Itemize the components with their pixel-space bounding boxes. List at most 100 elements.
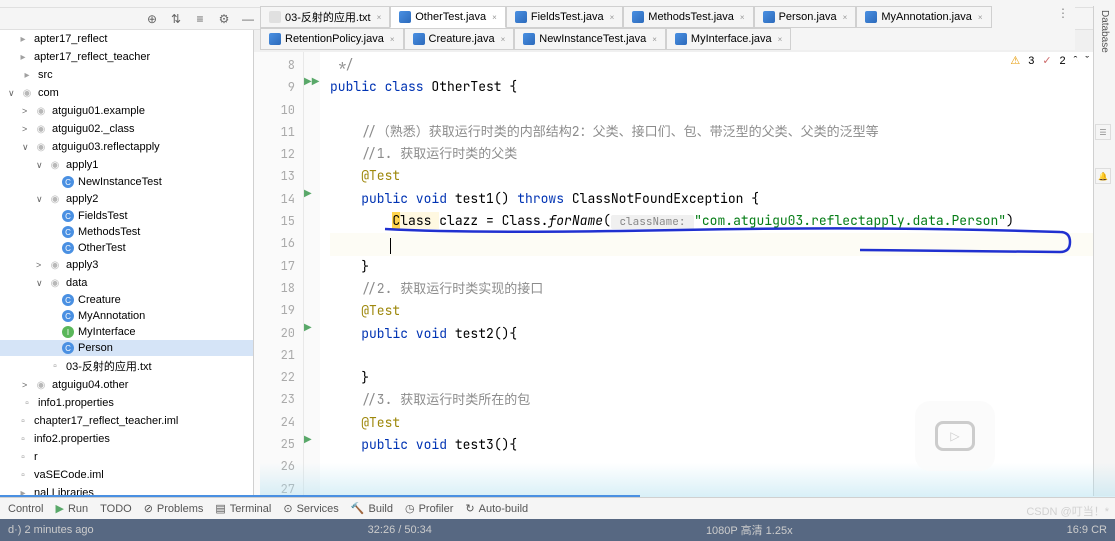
tree-item[interactable]: CMyAnnotation xyxy=(0,308,253,324)
chevron-icon[interactable]: ˆ xyxy=(1074,55,1078,67)
hide-icon[interactable]: — xyxy=(240,11,256,27)
line-number: 13 xyxy=(254,165,295,187)
tree-item[interactable]: ▫r xyxy=(0,448,253,466)
close-icon[interactable]: × xyxy=(377,13,382,22)
tree-arrow[interactable]: > xyxy=(22,380,32,390)
close-icon[interactable]: × xyxy=(390,35,395,44)
tool-services[interactable]: ⊙Services xyxy=(283,502,338,515)
tree-item[interactable]: >◉atguigu02._class xyxy=(0,120,253,138)
tab-person[interactable]: Person.java× xyxy=(754,6,857,28)
close-icon[interactable]: × xyxy=(501,35,506,44)
run-icon[interactable]: ▶ xyxy=(304,434,312,445)
code-content[interactable]: */ public class OtherTest { //（熟悉）获取运行时类… xyxy=(320,52,1115,499)
tree-item[interactable]: ▫vaSECode.iml xyxy=(0,466,253,484)
tree-item[interactable]: ▫info2.properties xyxy=(0,430,253,448)
tree-item[interactable]: ∨◉apply1 xyxy=(0,156,253,174)
tree-arrow[interactable]: > xyxy=(22,106,32,116)
right-tool-bar[interactable]: Database xyxy=(1093,6,1115,496)
tree-label: info2.properties xyxy=(34,433,110,445)
run-icon[interactable]: ▶ xyxy=(304,322,312,333)
tool-build[interactable]: 🔨Build xyxy=(351,502,393,515)
tree-arrow[interactable]: > xyxy=(22,124,32,134)
tree-item[interactable]: ▸src xyxy=(0,66,253,84)
collapse-icon[interactable]: ≡ xyxy=(192,11,208,27)
run-icon: ▶ xyxy=(55,502,63,515)
tree-arrow[interactable]: ∨ xyxy=(8,88,18,99)
expand-icon[interactable]: ⇅ xyxy=(168,11,184,27)
tree-item[interactable]: >◉atguigu04.other xyxy=(0,376,253,394)
chevron-down-icon[interactable]: ˇ xyxy=(1085,55,1089,67)
tree-arrow[interactable]: ∨ xyxy=(36,278,46,289)
video-play-overlay: ▷ xyxy=(915,401,995,471)
tree-item[interactable]: ∨◉data xyxy=(0,274,253,292)
tree-arrow[interactable]: > xyxy=(36,260,46,270)
tree-item[interactable]: ▫03-反射的应用.txt xyxy=(0,356,253,376)
tool-todo[interactable]: TODO xyxy=(100,503,132,515)
tool-run[interactable]: ▶Run xyxy=(55,502,88,515)
inspection-indicators[interactable]: ⚠3 ✓2 ˆ ˇ xyxy=(1010,54,1089,67)
line-number: 8 xyxy=(254,54,295,76)
project-tree[interactable]: ▸apter17_reflect▸apter17_reflect_teacher… xyxy=(0,30,254,499)
tab-fieldstest[interactable]: FieldsTest.java× xyxy=(506,6,623,28)
tree-arrow[interactable]: ∨ xyxy=(22,142,32,153)
target-icon[interactable]: ⊕ xyxy=(144,11,160,27)
tree-item[interactable]: CMethodsTest xyxy=(0,224,253,240)
tree-item[interactable]: CFieldsTest xyxy=(0,208,253,224)
close-icon[interactable]: × xyxy=(978,13,983,22)
video-res: 1080P 高清 1.25x xyxy=(706,522,793,538)
run-icon[interactable]: ▶ xyxy=(304,188,312,199)
tab-othertest[interactable]: OtherTest.java× xyxy=(390,6,506,28)
autobuild-icon: ↻ xyxy=(465,502,474,515)
tab-creature[interactable]: Creature.java× xyxy=(404,28,515,50)
tree-item[interactable]: CPerson xyxy=(0,340,253,356)
tab-methodstest[interactable]: MethodsTest.java× xyxy=(623,6,753,28)
close-icon[interactable]: × xyxy=(778,35,783,44)
tree-item[interactable]: ∨◉apply2 xyxy=(0,190,253,208)
status-left: d·) 2 minutes ago xyxy=(8,524,94,536)
tool-control[interactable]: Control xyxy=(8,503,43,515)
gutter-icons: ▶▶ ▶ ▶ ▶ xyxy=(304,52,320,499)
tab-more-icon[interactable]: ⋮ xyxy=(1051,6,1075,28)
play-icon[interactable]: ▷ xyxy=(935,421,975,451)
close-icon[interactable]: × xyxy=(843,13,848,22)
run-icon[interactable]: ▶▶ xyxy=(304,76,319,87)
close-icon[interactable]: × xyxy=(740,13,745,22)
line-number: 12 xyxy=(254,143,295,165)
tree-item[interactable]: ▫info1.properties xyxy=(0,394,253,412)
settings-icon[interactable]: ⚙ xyxy=(216,11,232,27)
tree-label: data xyxy=(66,277,87,289)
classlib-icon[interactable]: ☰ xyxy=(1095,124,1111,140)
tool-terminal[interactable]: ▤Terminal xyxy=(215,502,271,515)
tree-item[interactable]: COtherTest xyxy=(0,240,253,256)
tab-txt[interactable]: 03-反射的应用.txt× xyxy=(260,6,390,28)
line-number: 22 xyxy=(254,366,295,388)
tab-myinterface[interactable]: MyInterface.java× xyxy=(666,28,791,50)
tree-item[interactable]: ∨◉atguigu03.reflectapply xyxy=(0,138,253,156)
close-icon[interactable]: × xyxy=(492,13,497,22)
tree-item[interactable]: ▸apter17_reflect xyxy=(0,30,253,48)
tree-item[interactable]: ∨◉com xyxy=(0,84,253,102)
close-icon[interactable]: × xyxy=(652,35,657,44)
tree-arrow[interactable]: ∨ xyxy=(36,194,46,205)
tab-retentionpolicy[interactable]: RetentionPolicy.java× xyxy=(260,28,404,50)
tree-item[interactable]: CCreature xyxy=(0,292,253,308)
tool-autobuild[interactable]: ↻Auto-build xyxy=(465,502,528,515)
class-icon: C xyxy=(62,226,74,238)
notifications-icon[interactable]: 🔔 xyxy=(1095,168,1111,184)
java-icon xyxy=(865,11,877,23)
tree-arrow[interactable]: ∨ xyxy=(36,160,46,171)
line-number: 15 xyxy=(254,210,295,232)
tree-item[interactable]: IMyInterface xyxy=(0,324,253,340)
tree-item[interactable]: >◉atguigu01.example xyxy=(0,102,253,120)
tree-item[interactable]: ▫chapter17_reflect_teacher.iml xyxy=(0,412,253,430)
close-icon[interactable]: × xyxy=(610,13,615,22)
tool-problems[interactable]: ⊘Problems xyxy=(144,502,204,515)
tab-newinstancetest[interactable]: NewInstanceTest.java× xyxy=(514,28,666,50)
tab-myannotation[interactable]: MyAnnotation.java× xyxy=(856,6,991,28)
tree-label: atguigu02._class xyxy=(52,123,135,135)
tree-item[interactable]: >◉apply3 xyxy=(0,256,253,274)
folder-icon: ▸ xyxy=(16,32,30,46)
tree-item[interactable]: CNewInstanceTest xyxy=(0,174,253,190)
tree-item[interactable]: ▸apter17_reflect_teacher xyxy=(0,48,253,66)
tool-profiler[interactable]: ◷Profiler xyxy=(405,502,453,515)
